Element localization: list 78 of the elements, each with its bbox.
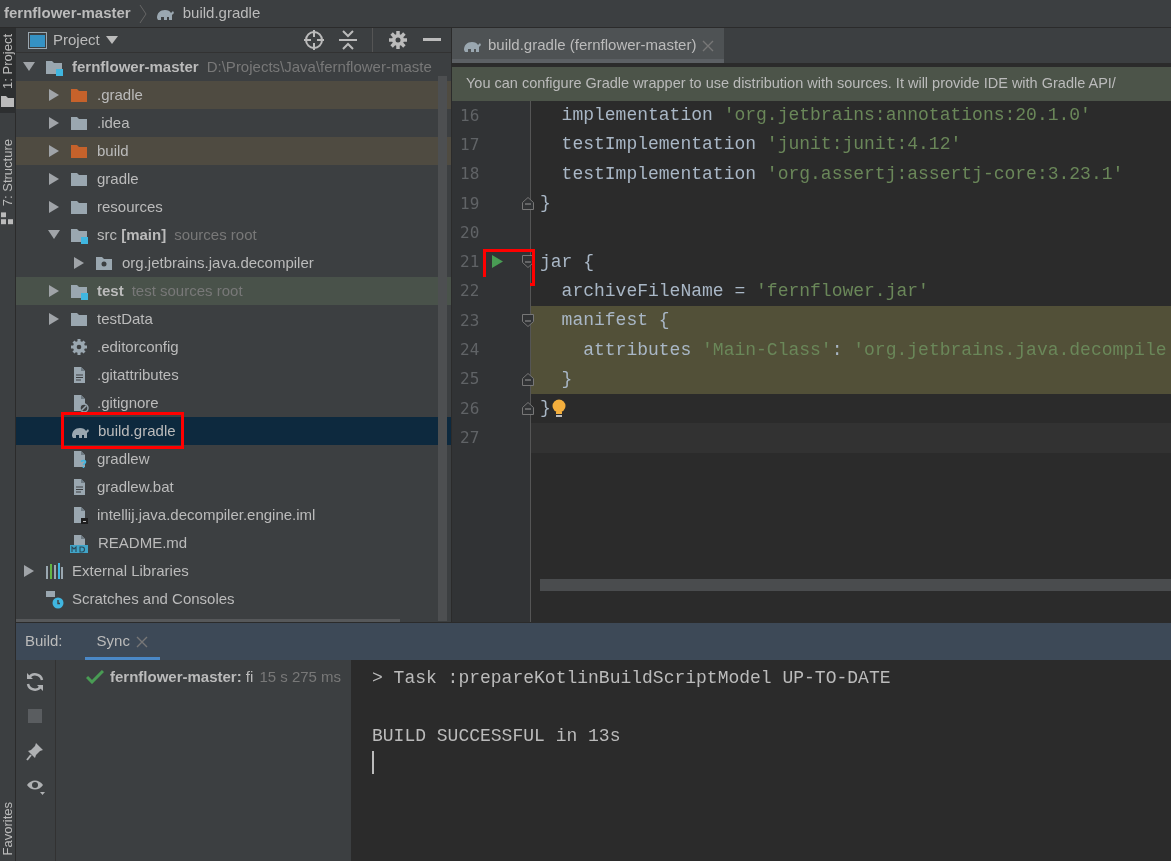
notification-banner: You can configure Gradle wrapper to use distribution with sources. It will provide IDE with Gradle API/ [452, 67, 1171, 101]
tree-item[interactable]: gradle [16, 165, 451, 193]
build-tree-item[interactable]: fernflower-master: fi [110, 666, 254, 689]
tree-item[interactable]: resources [16, 193, 451, 221]
tree-item[interactable]: .gitattributes [16, 361, 451, 389]
breadcrumb-item[interactable]: build.gradle [182, 2, 261, 25]
pin-icon[interactable] [26, 742, 45, 761]
breadcrumb-item[interactable]: fernflower-master [4, 2, 131, 25]
fold-marker-icon[interactable] [522, 372, 534, 386]
expand-arrow[interactable] [22, 564, 36, 578]
locate-icon[interactable] [304, 30, 324, 50]
panel-tab[interactable]: Sync [84, 622, 160, 661]
project-view-dropdown[interactable]: Project [28, 28, 118, 52]
folder-icon [1, 94, 15, 107]
fold-marker-icon[interactable] [522, 196, 534, 210]
code-line: testImplementation 'junit:junit:4.12' [560, 133, 962, 157]
expand-arrow[interactable] [47, 200, 61, 214]
side-tab[interactable]: 1: Project [0, 28, 16, 113]
tree-item[interactable]: src [main] sources root [16, 221, 451, 249]
tree-item[interactable]: .gradle [16, 81, 451, 109]
tree-item[interactable]: gradlew [16, 445, 451, 473]
expand-arrow[interactable] [47, 284, 61, 298]
code-line: } [560, 367, 573, 391]
console-line: BUILD SUCCESSFUL in 13s [372, 725, 622, 748]
expand-arrow[interactable] [72, 256, 86, 270]
tree-item[interactable]: fernflower-master D:\Projects\Java\fernflower-maste [16, 53, 451, 81]
caret-icon [105, 36, 118, 44]
horizontal-scrollbar[interactable] [540, 579, 1171, 591]
code-line: manifest { [560, 309, 670, 333]
collapse-all-icon[interactable] [339, 30, 357, 50]
expand-arrow[interactable] [47, 116, 61, 130]
window-icon [28, 31, 47, 49]
tree-item[interactable]: .gitignore [16, 389, 451, 417]
fold-marker-icon[interactable] [522, 401, 534, 415]
scratch-clock-icon [45, 589, 64, 609]
libraries-icon [45, 561, 64, 581]
tree-item[interactable]: build.gradle [16, 417, 451, 445]
code-line: testImplementation 'org.assertj:assertj-core:3.23.1' [560, 162, 1124, 186]
tree-item[interactable]: gradlew.bat [16, 473, 451, 501]
text-cursor [372, 751, 374, 774]
fold-marker-icon[interactable] [522, 314, 534, 328]
tree-hint: D:\Projects\Java\fernflower-maste [206, 56, 432, 77]
tree-item[interactable]: External Libraries [16, 557, 451, 585]
structure-icon [1, 212, 15, 226]
settings-icon[interactable] [388, 30, 408, 50]
tree-item[interactable]: README.md [16, 529, 451, 557]
expand-arrow[interactable] [47, 312, 61, 326]
tree-item[interactable]: build [16, 137, 451, 165]
side-tab[interactable]: 7: Structure [0, 132, 16, 232]
tree-item[interactable]: .idea [16, 109, 451, 137]
panel-label: Build: [25, 631, 63, 652]
tree-item[interactable]: .editorconfig [16, 333, 451, 361]
vertical-scrollbar[interactable] [438, 76, 447, 621]
tree-item[interactable]: intellij.java.decompiler.engine.iml [16, 501, 451, 529]
expand-arrow[interactable] [47, 88, 61, 102]
run-icon[interactable] [492, 255, 503, 269]
minimize-icon[interactable] [423, 38, 441, 42]
code-line: archiveFileName = 'fernflower.jar' [560, 279, 929, 303]
console-line: > Task :prepareKotlinBuildScriptModel UP-TO-DATE [372, 667, 892, 690]
tree-hint: sources root [174, 224, 257, 245]
code-line: } [540, 192, 551, 216]
refresh-icon[interactable] [26, 672, 45, 691]
expand-arrow[interactable] [47, 172, 61, 186]
duration-text: 15 s 275 ms [259, 667, 342, 687]
tree-item[interactable]: Scratches and Consoles [16, 585, 451, 613]
lightbulb-icon[interactable] [550, 398, 567, 419]
fold-marker-icon[interactable] [522, 255, 534, 269]
gear-icon [70, 337, 89, 357]
tree-item[interactable]: testData [16, 305, 451, 333]
editor-tab[interactable]: build.gradle (fernflower-master) [452, 28, 725, 63]
code-line: } [540, 397, 551, 421]
chevron-icon [138, 3, 147, 24]
code-line: implementation 'org.jetbrains:annotations:20.1.0' [560, 104, 1091, 128]
tree-item[interactable]: org.jetbrains.java.decompiler [16, 249, 451, 277]
expand-arrow[interactable] [47, 144, 61, 158]
side-tab[interactable]: Favorites [0, 795, 16, 861]
markdown-file-icon [70, 533, 90, 553]
code-line: jar { [540, 250, 594, 274]
